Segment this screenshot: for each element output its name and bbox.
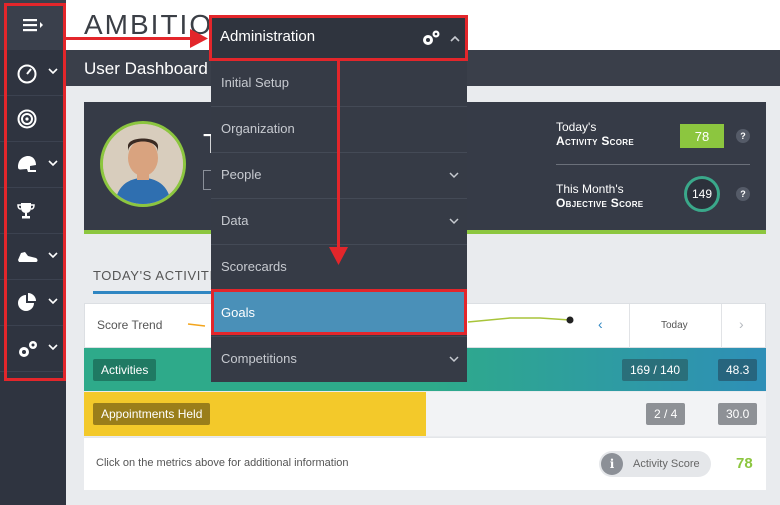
activity-score-label-top: Today's (556, 120, 597, 134)
objective-score-label-main: Objective Score (556, 196, 644, 210)
current-day-label[interactable]: Today (661, 320, 688, 331)
annotation-arrowhead-down (329, 247, 348, 265)
chevron-up-icon (450, 35, 460, 42)
appointments-progress: 2 / 4 (646, 403, 686, 425)
menu-item-label: Initial Setup (221, 75, 289, 90)
annotation-arrow-horizontal (66, 37, 196, 40)
sidebar-item-goals[interactable] (0, 96, 66, 142)
activity-score-help-icon[interactable]: ? (736, 129, 750, 143)
target-icon (17, 109, 37, 128)
activity-score-pill-label: Activity Score (633, 458, 700, 470)
sidebar (0, 0, 66, 505)
trophy-icon (17, 202, 35, 218)
chevron-down-icon (48, 252, 58, 259)
activities-tab[interactable]: TODAY'S ACTIVITIE (93, 268, 223, 283)
activities-tab-underline (93, 291, 217, 294)
menu-toggle-button[interactable] (0, 0, 66, 50)
menu-item-label: People (221, 167, 262, 182)
chevron-down-icon (48, 160, 58, 167)
info-icon: i (601, 453, 623, 475)
sidebar-item-reports[interactable] (0, 280, 66, 326)
objective-score-help-icon[interactable]: ? (736, 187, 750, 201)
objective-score-ring[interactable]: 149 (684, 176, 720, 212)
info-text: Click on the metrics above for additiona… (96, 457, 349, 469)
avatar-photo (103, 124, 183, 204)
sidebar-item-administration[interactable] (0, 326, 66, 372)
avatar[interactable] (100, 121, 186, 207)
score-divider (556, 164, 750, 165)
activity-score-label-main: Activity Score (556, 134, 634, 148)
activity-score-label: Today's Activity Score (556, 120, 634, 148)
activity-score-total: 78 (736, 455, 753, 472)
sidebar-item-dashboard[interactable] (0, 50, 66, 96)
page-title: User Dashboard (84, 59, 208, 78)
menu-icon (23, 19, 43, 32)
menu-item-competitions[interactable]: Competitions (211, 336, 467, 381)
menu-item-label: Data (221, 213, 249, 228)
score-trend-label: Score Trend (97, 318, 163, 332)
nav-divider (629, 304, 630, 348)
chevron-down-icon (48, 344, 58, 351)
chevron-down-icon (48, 298, 58, 305)
activities-progress: 169 / 140 (622, 359, 689, 381)
activity-score-badge[interactable]: 78 (680, 124, 724, 148)
menu-item-goals[interactable]: Goals (211, 290, 467, 335)
next-day-button[interactable]: › (739, 316, 744, 332)
menu-item-label: Competitions (221, 351, 297, 366)
menu-item-label: Scorecards (221, 259, 287, 274)
objective-score-label: This Month's Objective Score (556, 182, 643, 210)
objective-score-label-top: This Month's (556, 182, 624, 196)
menu-item-label: Organization (221, 121, 295, 136)
activities-metric-row-gradient (430, 348, 766, 391)
administration-header-label: Administration (220, 28, 316, 45)
chevron-down-icon (449, 172, 459, 179)
activities-score: 48.3 (718, 359, 758, 381)
activities-label[interactable]: Activities (93, 359, 157, 381)
pie-chart-icon (18, 292, 36, 311)
helmet-icon (18, 155, 36, 172)
annotation-arrow-vertical (337, 61, 340, 251)
nav-divider (721, 304, 722, 348)
menu-item-label: Goals (221, 305, 255, 320)
chevron-down-icon (449, 218, 459, 225)
sidebar-item-competitions[interactable] (0, 188, 66, 234)
chevron-down-icon (48, 68, 58, 75)
appointments-score: 30.0 (718, 403, 758, 425)
sidebar-item-activities[interactable] (0, 234, 66, 280)
appointments-label[interactable]: Appointments Held (93, 403, 211, 425)
chevron-down-icon (449, 356, 459, 363)
gears-icon (19, 340, 37, 357)
dashboard-gauge-icon (17, 64, 37, 83)
sneaker-icon (18, 251, 38, 262)
gears-icon (423, 30, 440, 45)
annotation-arrowhead-right (190, 29, 208, 48)
sidebar-item-teams[interactable] (0, 142, 66, 188)
prev-day-button[interactable]: ‹ (598, 316, 603, 332)
